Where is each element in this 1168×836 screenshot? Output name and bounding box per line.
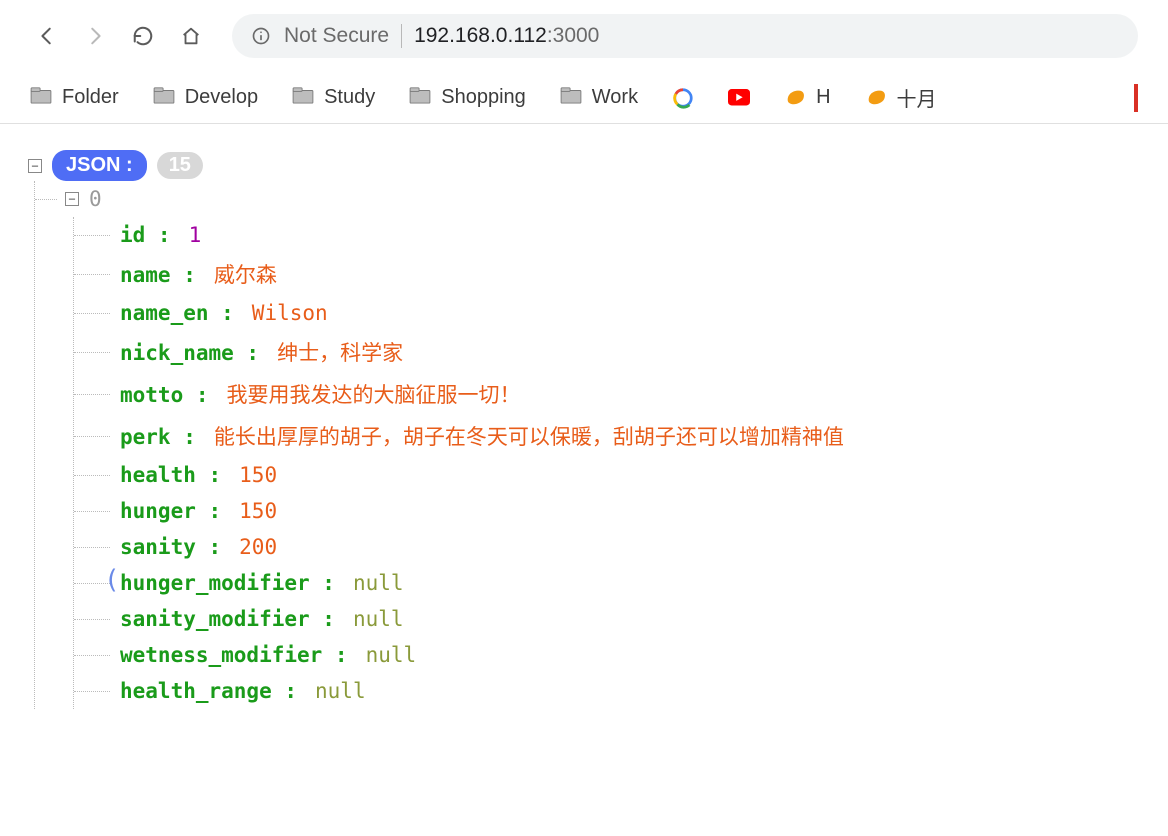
json-property-row: wetness_modifier : null — [74, 637, 1140, 673]
json-item-count: 15 — [157, 152, 203, 179]
json-property-row: name : 威尔森 — [74, 253, 1140, 295]
collapse-toggle[interactable]: − — [28, 159, 42, 173]
json-key: sanity_modifier : — [120, 607, 335, 631]
url-host: 192.168.0.112 — [414, 24, 547, 47]
json-value: 1 — [189, 223, 202, 247]
json-key: motto : — [120, 383, 209, 407]
address-url: 192.168.0.112:3000 — [414, 24, 599, 48]
json-value: 150 — [239, 499, 277, 523]
json-array-index-row: − 0 — [35, 181, 1140, 217]
bookmark-label: 十月 — [897, 83, 937, 112]
bookmark-label: H — [816, 86, 830, 109]
json-value: null — [353, 571, 404, 595]
json-value: Wilson — [252, 301, 328, 325]
reload-button[interactable] — [126, 19, 160, 53]
bookmark-label: Shopping — [441, 86, 526, 109]
json-property-row: health : 150 — [74, 457, 1140, 493]
json-value: 绅士，科学家 — [277, 337, 403, 367]
json-property-row: hunger : 150 — [74, 493, 1140, 529]
bookmark-develop[interactable]: Develop — [153, 86, 258, 110]
json-value: 我要用我发达的大脑征服一切！ — [227, 379, 521, 409]
json-property-row: name_en : Wilson — [74, 295, 1140, 331]
google-icon — [672, 87, 694, 109]
json-key: sanity : — [120, 535, 221, 559]
json-key: health : — [120, 463, 221, 487]
json-key: id : — [120, 223, 171, 247]
back-button[interactable] — [30, 19, 64, 53]
blob-icon — [784, 87, 806, 109]
json-value: null — [353, 607, 404, 631]
json-value: 200 — [239, 535, 277, 559]
bookmark-october[interactable]: 十月 — [865, 83, 937, 112]
json-index-label: 0 — [89, 187, 102, 211]
bookmark-overflow-indicator[interactable] — [1134, 84, 1138, 112]
json-value: 威尔森 — [214, 259, 277, 289]
info-icon[interactable] — [250, 25, 272, 47]
forward-button[interactable] — [78, 19, 112, 53]
folder-icon — [560, 86, 582, 110]
bookmark-folder[interactable]: Folder — [30, 86, 119, 110]
json-value: null — [315, 679, 366, 703]
json-property-row: nick_name : 绅士，科学家 — [74, 331, 1140, 373]
bookmarks-bar: Folder Develop Study Shopping Work H 十月 — [0, 72, 1168, 124]
json-value: null — [366, 643, 417, 667]
paren-decor-icon: ( — [104, 565, 120, 595]
json-property-row: health_range : null — [74, 673, 1140, 709]
folder-icon — [409, 86, 431, 110]
json-key: hunger : — [120, 499, 221, 523]
json-property-row: perk : 能长出厚厚的胡子，胡子在冬天可以保暖，刮胡子还可以增加精神值 — [74, 415, 1140, 457]
bookmark-label: Work — [592, 86, 638, 109]
blob-icon — [865, 87, 887, 109]
json-value: 能长出厚厚的胡子，胡子在冬天可以保暖，刮胡子还可以增加精神值 — [214, 421, 844, 451]
bookmark-work[interactable]: Work — [560, 86, 638, 110]
bookmark-label: Folder — [62, 86, 119, 109]
json-property-row: sanity_modifier : null — [74, 601, 1140, 637]
json-property-row: motto : 我要用我发达的大脑征服一切！ — [74, 373, 1140, 415]
bookmark-youtube[interactable] — [728, 87, 750, 109]
json-root-label[interactable]: JSON : — [52, 150, 147, 181]
bookmark-label: Develop — [185, 86, 258, 109]
address-bar[interactable]: Not Secure 192.168.0.112:3000 — [232, 14, 1138, 58]
bookmark-label: Study — [324, 86, 375, 109]
not-secure-label: Not Secure — [284, 24, 389, 48]
url-port: :3000 — [547, 24, 600, 47]
json-key: hunger_modifier : — [120, 571, 335, 595]
json-key: name_en : — [120, 301, 234, 325]
folder-icon — [292, 86, 314, 110]
address-separator — [401, 24, 402, 48]
json-key: perk : — [120, 425, 196, 449]
bookmark-shopping[interactable]: Shopping — [409, 86, 526, 110]
browser-toolbar: Not Secure 192.168.0.112:3000 — [0, 0, 1168, 72]
json-value: 150 — [239, 463, 277, 487]
bookmark-google[interactable] — [672, 87, 694, 109]
json-key: health_range : — [120, 679, 297, 703]
collapse-toggle[interactable]: − — [65, 192, 79, 206]
json-property-row: id : 1 — [74, 217, 1140, 253]
json-key: name : — [120, 263, 196, 287]
folder-icon — [30, 86, 52, 110]
json-viewer: − JSON : 15 − 0 id : 1 name : 威尔森 name_en : W… — [0, 124, 1168, 735]
json-root-row: − JSON : 15 — [28, 150, 1140, 181]
json-key: wetness_modifier : — [120, 643, 348, 667]
home-button[interactable] — [174, 19, 208, 53]
json-key: nick_name : — [120, 341, 259, 365]
json-property-row: sanity : 200 — [74, 529, 1140, 565]
folder-icon — [153, 86, 175, 110]
bookmark-h[interactable]: H — [784, 86, 830, 109]
json-property-row: hunger_modifier : null ( — [74, 565, 1140, 601]
bookmark-study[interactable]: Study — [292, 86, 375, 110]
youtube-icon — [728, 87, 750, 109]
